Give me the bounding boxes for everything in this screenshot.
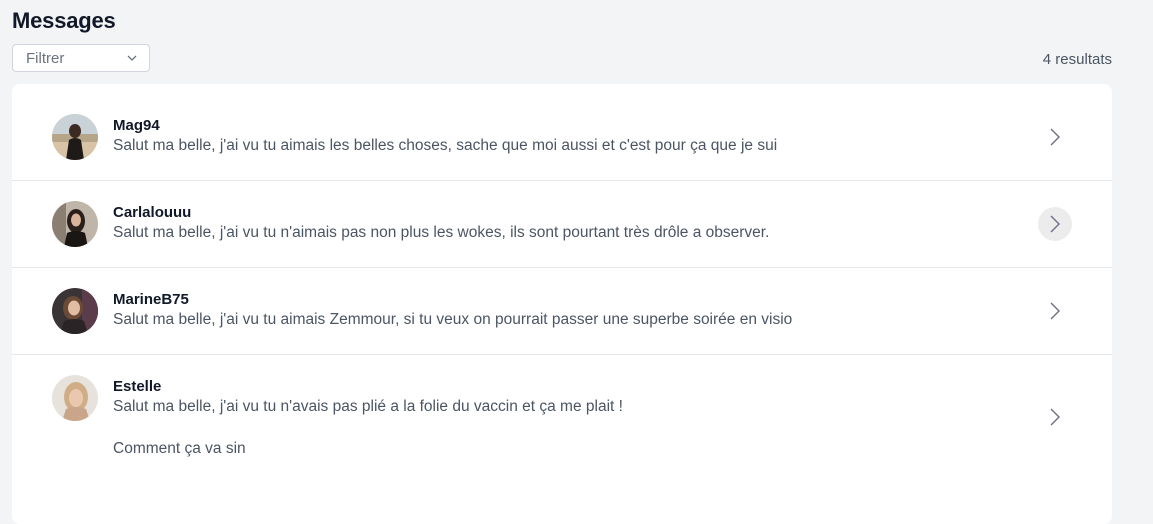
conversation-list: Mag94 Salut ma belle, j'ai vu tu aimais … bbox=[12, 84, 1112, 524]
chevron-right-icon bbox=[1050, 408, 1060, 426]
open-conversation-button[interactable] bbox=[1038, 294, 1072, 328]
contact-name: Mag94 bbox=[113, 117, 160, 134]
message-preview-continuation: Comment ça va sin bbox=[113, 440, 246, 457]
chevron-down-icon bbox=[127, 55, 137, 61]
open-conversation-button[interactable] bbox=[1038, 400, 1072, 434]
avatar bbox=[52, 114, 98, 160]
avatar bbox=[52, 288, 98, 334]
message-preview: Salut ma belle, j'ai vu tu n'avais pas p… bbox=[113, 398, 623, 415]
conversation-row-marineb75[interactable]: MarineB75 Salut ma belle, j'ai vu tu aim… bbox=[12, 268, 1112, 355]
conversation-row-mag94[interactable]: Mag94 Salut ma belle, j'ai vu tu aimais … bbox=[12, 84, 1112, 181]
open-conversation-button[interactable] bbox=[1038, 120, 1072, 154]
message-preview: Salut ma belle, j'ai vu tu aimais Zemmou… bbox=[113, 311, 793, 328]
filter-label: Filtrer bbox=[26, 49, 65, 67]
message-preview: Salut ma belle, j'ai vu tu n'aimais pas … bbox=[113, 224, 770, 241]
message-preview: Salut ma belle, j'ai vu tu aimais les be… bbox=[113, 137, 778, 154]
chevron-right-icon bbox=[1050, 128, 1060, 146]
chevron-right-icon bbox=[1050, 302, 1060, 320]
contact-name: MarineB75 bbox=[113, 291, 189, 308]
chevron-right-icon bbox=[1050, 215, 1060, 233]
avatar bbox=[52, 375, 98, 421]
avatar bbox=[52, 201, 98, 247]
conversation-row-estelle[interactable]: Estelle Salut ma belle, j'ai vu tu n'ava… bbox=[12, 355, 1112, 524]
results-count: 4 resultats bbox=[1042, 51, 1112, 68]
page-title: Messages bbox=[12, 8, 116, 33]
contact-name: Estelle bbox=[113, 378, 162, 395]
filter-dropdown[interactable]: Filtrer bbox=[12, 44, 150, 72]
conversation-row-carlalouuu[interactable]: Carlalouuu Salut ma belle, j'ai vu tu n'… bbox=[12, 181, 1112, 268]
contact-name: Carlalouuu bbox=[113, 204, 192, 221]
open-conversation-button[interactable] bbox=[1038, 207, 1072, 241]
